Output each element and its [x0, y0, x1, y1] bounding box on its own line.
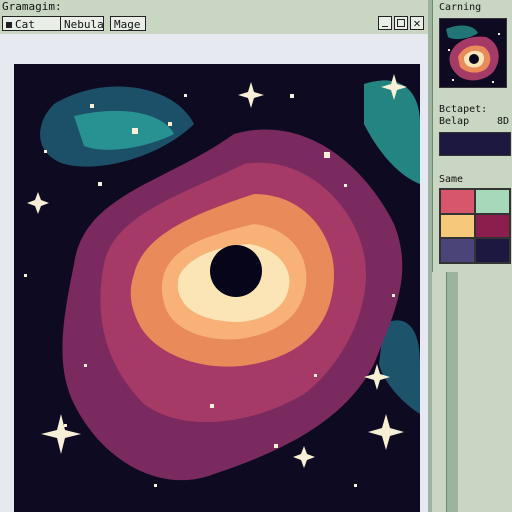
palette-swatch[interactable]	[440, 238, 475, 263]
close-button[interactable]: ✕	[410, 16, 424, 30]
preview-thumbnail[interactable]	[439, 18, 507, 88]
preview-label: Carning	[439, 2, 482, 13]
color-palette	[439, 188, 511, 264]
palette-swatch[interactable]	[475, 213, 510, 239]
layer-label: Belap	[439, 116, 470, 127]
palette-swatch[interactable]	[440, 189, 475, 214]
nebula-artwork	[14, 64, 420, 512]
app-title: Gramagim:	[2, 0, 62, 13]
tab-label: Mage	[114, 18, 141, 31]
layer-value: 8D	[497, 116, 510, 127]
nebula-thumbnail	[440, 19, 506, 87]
side-panel: Carning Bctapet: Belap 8D Same	[432, 0, 512, 272]
app-titlebar: Gramagim:	[0, 0, 428, 14]
tab-bar: Cat Eye Nebula Mage ✕	[0, 14, 428, 46]
tab-mage[interactable]: Mage	[110, 16, 146, 31]
palette-swatch[interactable]	[475, 238, 510, 263]
maximize-button[interactable]	[394, 16, 408, 30]
pixel-art-canvas[interactable]	[14, 64, 420, 512]
lower-side-panel	[432, 272, 512, 512]
palette-label: Same	[439, 174, 464, 185]
tab-nebula[interactable]: Nebula	[60, 16, 104, 31]
palette-swatch[interactable]	[440, 213, 475, 239]
section-label: Bctapet:	[439, 104, 488, 115]
tab-indicator-icon	[6, 22, 12, 28]
vertical-scrollbar[interactable]	[446, 272, 458, 512]
close-icon: ✕	[413, 16, 421, 30]
current-color-swatch[interactable]	[439, 132, 511, 156]
tab-label: Nebula	[64, 18, 104, 31]
minimize-button[interactable]	[378, 16, 392, 30]
tab-cat-eye[interactable]: Cat Eye	[2, 16, 62, 46]
palette-swatch[interactable]	[475, 189, 510, 214]
